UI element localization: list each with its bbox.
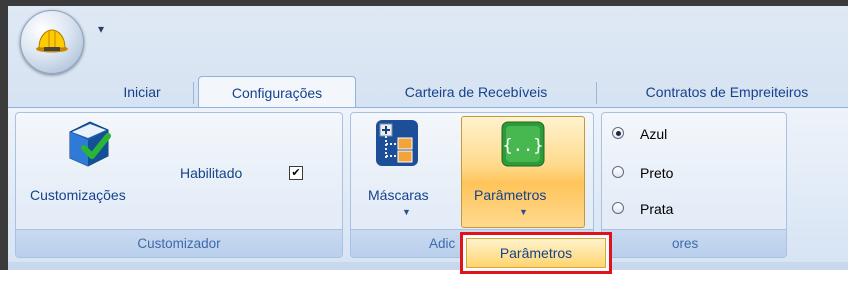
radio-azul[interactable] (612, 127, 624, 139)
tab-configuracoes[interactable]: Configurações (198, 76, 356, 109)
mascaras-button[interactable]: Máscaras ▼ (364, 116, 452, 226)
radio-prata[interactable] (612, 202, 624, 214)
svg-text:{..}: {..} (503, 136, 544, 156)
parametros-dropdown-menu: Parâmetros (460, 232, 612, 274)
parametros-dropdown-arrow-icon: ▼ (519, 207, 528, 217)
parameters-book-icon: {..} (501, 121, 545, 167)
quick-access-customize-icon[interactable]: ▾ (98, 22, 104, 36)
menu-item-parametros[interactable]: Parâmetros (466, 238, 606, 268)
radio-prata-label: Prata (640, 201, 674, 217)
group-label-customizador: Customizador (16, 229, 342, 257)
customize-box-icon (69, 121, 111, 167)
mask-tree-icon (376, 120, 418, 166)
customizacoes-label: Customizações (30, 187, 126, 203)
group-cores: ores (601, 112, 787, 258)
application-menu-button[interactable] (20, 10, 84, 74)
parametros-label: Parâmetros (474, 187, 547, 203)
habilitado-checkbox[interactable]: ✔ (289, 166, 303, 180)
parametros-button[interactable]: {..} Parâmetros ▼ (461, 116, 585, 228)
hard-hat-icon (36, 29, 68, 53)
tab-separator (596, 82, 597, 104)
customizacoes-button[interactable]: Customizações (30, 116, 156, 210)
habilitado-label: Habilitado (180, 165, 243, 181)
radio-selected-dot (616, 131, 621, 136)
radio-azul-label: Azul (640, 126, 668, 142)
mascaras-label: Máscaras (368, 187, 429, 203)
tab-contratos-de-empreiteiros[interactable]: Contratos de Empreiteiros (608, 76, 846, 108)
radio-preto-label: Preto (640, 165, 674, 181)
tab-iniciar[interactable]: Iniciar (104, 76, 180, 108)
mascaras-dropdown-arrow-icon: ▼ (402, 207, 411, 217)
group-label-cores: ores (602, 229, 786, 257)
radio-preto[interactable] (612, 166, 624, 178)
tab-carteira-de-recebiveis[interactable]: Carteira de Recebíveis (370, 76, 582, 108)
tab-separator (193, 82, 194, 104)
